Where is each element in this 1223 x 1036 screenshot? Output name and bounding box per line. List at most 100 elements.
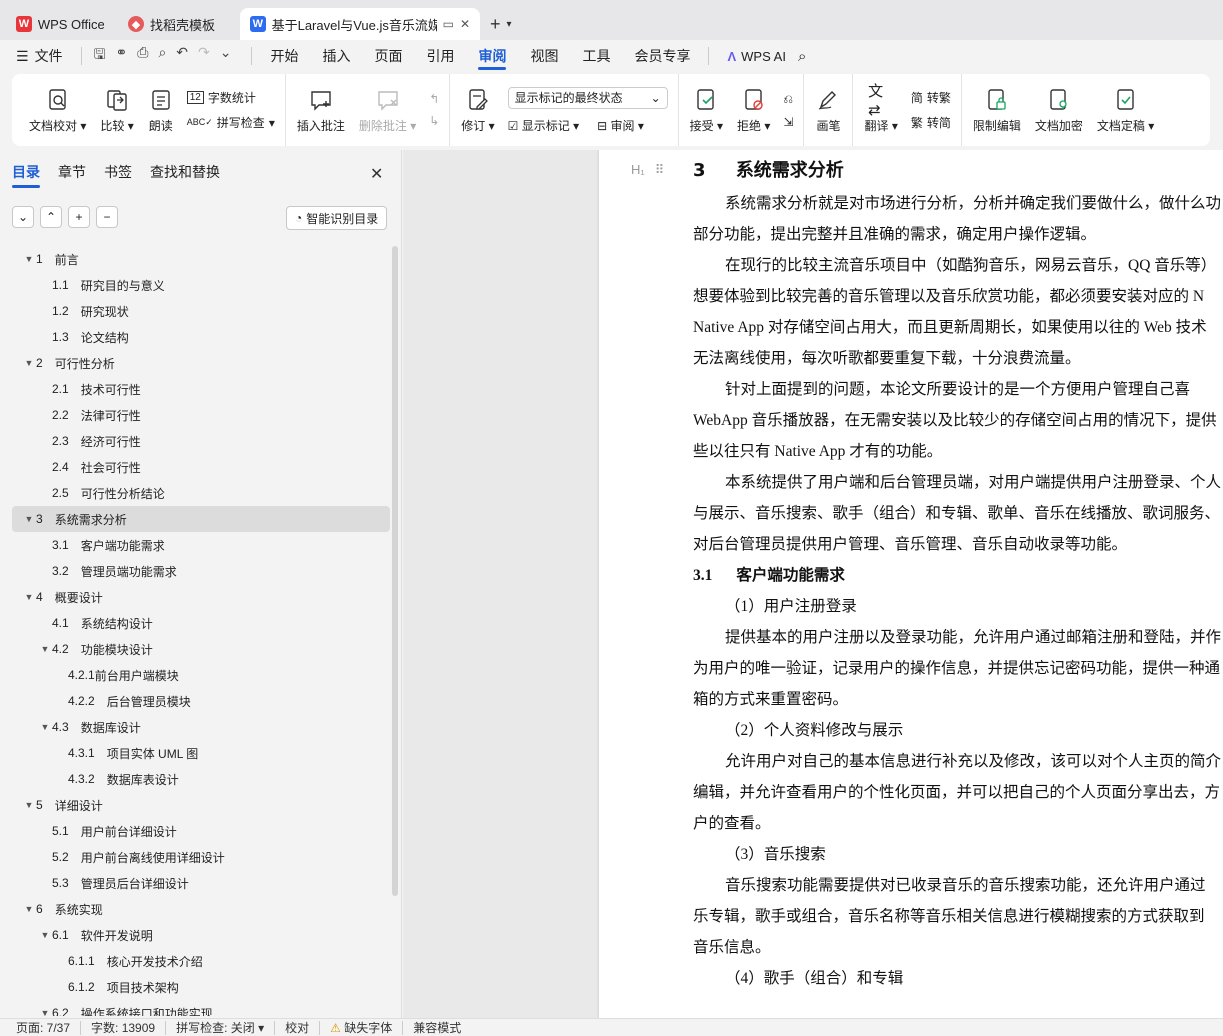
undo-icon[interactable]: ↶	[176, 44, 188, 68]
spell-check-status[interactable]: 拼写检查: 关闭 ▾	[166, 1020, 276, 1035]
toc-item[interactable]: ▼ 6.1 软件开发说明	[12, 922, 390, 948]
new-tab-plus-icon[interactable]: +	[490, 14, 501, 35]
menu-member[interactable]: 会员专享	[622, 40, 702, 72]
read-aloud-button[interactable]: 朗读	[141, 74, 181, 146]
missing-font-status[interactable]: ⚠ 缺失字体	[320, 1020, 404, 1035]
next-change-icon[interactable]: ⇲	[783, 115, 793, 129]
review-pane-button[interactable]: ⊟ 审阅 ▾	[597, 117, 644, 134]
toc-item[interactable]: ▼ 4.2 功能模块设计	[12, 636, 390, 662]
toc-item[interactable]: 3.1 客户端功能需求	[12, 532, 390, 558]
toc-item[interactable]: 4.2.2 后台管理员模块	[12, 688, 390, 714]
add-heading-button[interactable]: +	[68, 206, 90, 228]
toc-item[interactable]: ▼ 2 可行性分析	[12, 350, 390, 376]
toc-item[interactable]: 6.1.2 项目技术架构	[12, 974, 390, 1000]
toc-item[interactable]: 2.4 社会可行性	[12, 454, 390, 480]
finalize-button[interactable]: 文档定稿 ▾	[1090, 74, 1161, 146]
toc-scrollbar[interactable]	[392, 246, 398, 896]
expand-arrow-icon[interactable]: ▼	[22, 254, 36, 264]
accept-button[interactable]: 接受 ▾	[683, 74, 730, 146]
expand-arrow-icon[interactable]: ▼	[22, 904, 36, 914]
proofread-status[interactable]: 校对	[275, 1020, 321, 1035]
toc-item[interactable]: 1.2 研究现状	[12, 298, 390, 324]
menu-insert[interactable]: 插入	[310, 40, 362, 72]
menu-start[interactable]: 开始	[258, 40, 310, 72]
expand-arrow-icon[interactable]: ▼	[38, 930, 52, 940]
restrict-edit-button[interactable]: 限制编辑	[966, 74, 1028, 146]
page-indicator[interactable]: 页面: 7/37	[16, 1020, 82, 1035]
revise-button[interactable]: 修订 ▾	[454, 74, 501, 146]
menu-wps-ai[interactable]: Λ WPS AI	[715, 40, 797, 72]
tab-document[interactable]: W 基于Laravel与Vue.js音乐流媒 ▭ ✕	[240, 8, 480, 40]
menu-tools[interactable]: 工具	[570, 40, 622, 72]
spell-check-button[interactable]: ABC✓ 拼写检查 ▾	[187, 114, 275, 131]
menu-page[interactable]: 页面	[362, 40, 414, 72]
prev-comment-icon[interactable]: ↰	[429, 92, 439, 106]
toc-item[interactable]: 3.2 管理员端功能需求	[12, 558, 390, 584]
toc-item[interactable]: 4.1 系统结构设计	[12, 610, 390, 636]
reject-button[interactable]: 拒绝 ▾	[730, 74, 777, 146]
expand-arrow-icon[interactable]: ▼	[22, 514, 36, 524]
encrypt-button[interactable]: 文档加密	[1028, 74, 1090, 146]
next-comment-icon[interactable]: ↳	[429, 114, 439, 128]
collapse-up-button[interactable]: ⌃	[40, 206, 62, 228]
monitor-icon[interactable]: ▭	[443, 17, 454, 31]
markup-mode-select[interactable]: 显示标记的最终状态 ⌄	[507, 86, 668, 109]
insert-comment-button[interactable]: 插入批注	[290, 74, 352, 146]
tab-template[interactable]: ◆ 找稻壳模板	[118, 8, 236, 40]
hamburger-icon[interactable]: ☰	[16, 48, 29, 65]
toc-item[interactable]: 2.3 经济可行性	[12, 428, 390, 454]
menu-reference[interactable]: 引用	[414, 40, 466, 72]
toc-item[interactable]: 1.3 论文结构	[12, 324, 390, 350]
expand-arrow-icon[interactable]: ▼	[38, 1008, 52, 1016]
compare-button[interactable]: 比较 ▾	[93, 74, 140, 146]
nav-tab-toc[interactable]: 目录	[12, 162, 40, 188]
expand-arrow-icon[interactable]: ▼	[38, 722, 52, 732]
nav-tab-sections[interactable]: 章节	[58, 162, 86, 182]
expand-arrow-icon[interactable]: ▼	[22, 800, 36, 810]
show-markup-button[interactable]: ☑ 显示标记 ▾	[508, 117, 579, 134]
delete-comment-button[interactable]: 删除批注 ▾	[352, 74, 423, 146]
document-content[interactable]: 3 系统需求分析 系统需求分析就是对市场进行分析，分析并确定我们要做什么，做什么…	[693, 154, 1223, 994]
toc-item[interactable]: ▼ 1 前言	[12, 246, 390, 272]
translate-button[interactable]: 文⇄ 翻译 ▾	[857, 74, 904, 146]
toc-item[interactable]: 1.1 研究目的与意义	[12, 272, 390, 298]
tab-wps-office[interactable]: W WPS Office	[6, 8, 114, 40]
toc-item[interactable]: ▼ 6 系统实现	[12, 896, 390, 922]
toc-item[interactable]: 2.5 可行性分析结论	[12, 480, 390, 506]
toc-item[interactable]: 4.3.2 数据库表设计	[12, 766, 390, 792]
print-preview-icon[interactable]: ⌕	[158, 44, 166, 68]
toc-item[interactable]: ▼ 4.3 数据库设计	[12, 714, 390, 740]
expand-arrow-icon[interactable]: ▼	[22, 358, 36, 368]
toc-item[interactable]: 2.1 技术可行性	[12, 376, 390, 402]
toc-item[interactable]: ▼ 6.2 操作系统接口和功能实现	[12, 1000, 390, 1016]
to-simplified-button[interactable]: 繁 转简	[911, 114, 951, 131]
toc-item[interactable]: ▼ 5 详细设计	[12, 792, 390, 818]
pen-button[interactable]: 画笔	[808, 74, 848, 146]
remove-heading-button[interactable]: −	[96, 206, 118, 228]
print-icon[interactable]: ⎙	[137, 44, 148, 68]
expand-arrow-icon[interactable]: ▼	[38, 644, 52, 654]
drag-handle-icon[interactable]: ⠿	[655, 162, 665, 178]
toc-item[interactable]: 4.3.1 项目实体 UML 图	[12, 740, 390, 766]
chevron-down-icon[interactable]: ⌄	[220, 44, 232, 68]
nav-tab-bookmarks[interactable]: 书签	[104, 162, 132, 182]
word-count-button[interactable]: 12 字数统计	[186, 89, 275, 106]
chevron-down-icon[interactable]: ▾	[507, 19, 512, 30]
close-panel-icon[interactable]: ✕	[370, 164, 383, 184]
search-icon[interactable]: ⌕	[798, 48, 806, 65]
word-count-indicator[interactable]: 字数: 13909	[81, 1020, 167, 1035]
nav-tab-find-replace[interactable]: 查找和替换	[150, 162, 220, 182]
menu-view[interactable]: 视图	[518, 40, 570, 72]
expand-arrow-icon[interactable]: ▼	[22, 592, 36, 602]
close-tab-icon[interactable]: ✕	[460, 17, 470, 31]
toc-item[interactable]: 5.2 用户前台离线使用详细设计	[12, 844, 390, 870]
link-icon[interactable]: ⚭	[116, 44, 128, 68]
smart-toc-button[interactable]: ◔ 智能识别目录	[286, 206, 388, 230]
menu-file[interactable]: 文件	[35, 40, 75, 72]
doc-check-button[interactable]: 文档校对 ▾	[22, 74, 93, 146]
toc-item[interactable]: ▼ 4 概要设计	[12, 584, 390, 610]
heading-marker-icon[interactable]: H₁	[631, 162, 645, 178]
toc-item[interactable]: 5.3 管理员后台详细设计	[12, 870, 390, 896]
redo-icon[interactable]: ↷	[198, 44, 210, 68]
toc-item[interactable]: 5.1 用户前台详细设计	[12, 818, 390, 844]
